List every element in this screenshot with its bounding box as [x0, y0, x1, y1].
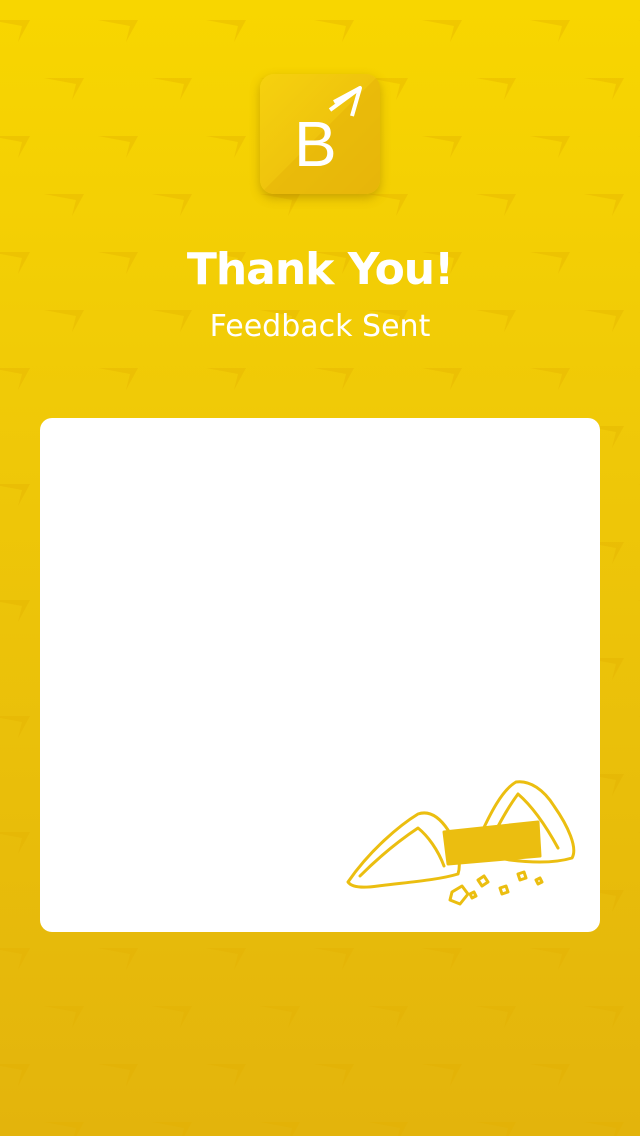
page-subtitle: Feedback Sent: [209, 309, 431, 344]
svg-text:B: B: [294, 108, 337, 180]
brand-b-logo-icon: B: [260, 74, 380, 194]
page-title: Thank You!: [186, 244, 454, 295]
feedback-card: [40, 418, 600, 932]
fortune-cookie-icon: [346, 780, 576, 906]
app-logo: B: [260, 74, 380, 194]
